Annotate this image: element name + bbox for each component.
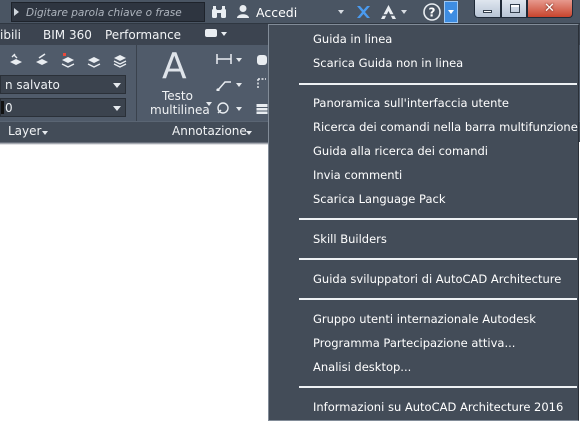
multiline-text-label[interactable]: Testo	[162, 89, 193, 103]
layer-tool-icon[interactable]	[8, 53, 24, 68]
title-bar: Accedi ? ✕	[0, 0, 580, 24]
leader-tool[interactable]	[216, 77, 242, 93]
search-box[interactable]	[11, 2, 205, 22]
help-dropdown-button[interactable]	[444, 1, 458, 23]
minimize-button[interactable]	[474, 0, 501, 18]
user-icon[interactable]	[236, 4, 250, 19]
text-style-icon[interactable]	[256, 54, 268, 66]
chevron-down-icon[interactable]	[401, 10, 407, 14]
a360-icon[interactable]	[380, 4, 397, 20]
menu-separator	[299, 83, 577, 85]
menu-item-download-help[interactable]: Scarica Guida non in linea	[313, 56, 463, 70]
table-icon	[217, 102, 229, 114]
binoculars-icon[interactable]	[211, 5, 227, 19]
menu-separator	[299, 386, 577, 388]
dimension-tool[interactable]	[216, 52, 242, 68]
dim-style-icon[interactable]	[256, 78, 268, 90]
maximize-button[interactable]	[501, 0, 527, 18]
menu-separator	[299, 258, 577, 260]
help-menu: Guida in linea Scarica Guida non in line…	[268, 24, 579, 421]
layer-value: 0	[5, 101, 13, 115]
tab-performance[interactable]: Performance	[105, 28, 181, 42]
chevron-down-icon	[113, 106, 121, 111]
menu-item-language-pack[interactable]: Scarica Language Pack	[313, 192, 445, 206]
menu-item-user-group[interactable]: Gruppo utenti internazionale Autodesk	[313, 312, 536, 326]
chevron-down-icon	[236, 83, 242, 87]
leader-icon	[216, 81, 231, 92]
menu-item-ui-overview[interactable]: Panoramica sull'interfaccia utente	[313, 96, 509, 110]
menu-item-developer-guide[interactable]: Guida sviluppatori di AutoCAD Architectu…	[313, 272, 561, 286]
layer-state-dropdown[interactable]: n salvato	[0, 75, 126, 94]
annotation-panel-title[interactable]: Annotazione	[172, 124, 247, 138]
layer-dropdown[interactable]: 0	[0, 98, 126, 117]
layer-tool-icon[interactable]	[34, 53, 50, 68]
chevron-down-icon	[236, 107, 242, 111]
ribbon-options-button[interactable]	[201, 28, 231, 41]
menu-separator	[299, 298, 577, 300]
layer-tool-icon[interactable]	[86, 53, 102, 68]
search-input[interactable]	[26, 4, 202, 21]
chevron-down-icon[interactable]	[246, 131, 252, 135]
table-tool[interactable]	[216, 101, 242, 117]
svg-text:?: ?	[429, 6, 436, 20]
chevron-down-icon	[448, 10, 454, 14]
drawing-area-edge	[0, 142, 268, 145]
menu-item-ribbon-search[interactable]: Ricerca dei comandi nella barra multifun…	[313, 120, 578, 134]
menu-separator	[299, 218, 577, 220]
close-button[interactable]: ✕	[527, 0, 573, 18]
layer-state-value: n salvato	[5, 78, 60, 92]
menu-item-send-feedback[interactable]: Invia commenti	[313, 168, 402, 182]
chevron-down-icon[interactable]	[338, 10, 344, 14]
table-style-icon[interactable]	[256, 103, 268, 115]
multiline-text-label[interactable]: multilinea	[150, 103, 210, 117]
help-icon[interactable]: ?	[423, 3, 441, 21]
chevron-down-icon	[221, 32, 227, 36]
sign-in-label[interactable]: Accedi	[256, 5, 297, 20]
layer-tool-icon[interactable]	[60, 53, 76, 68]
chevron-down-icon[interactable]	[42, 131, 48, 135]
close-icon: ✕	[544, 1, 555, 16]
layer-tool-icon[interactable]	[112, 53, 128, 68]
panel-toggle-icon	[205, 29, 217, 37]
layer-color-swatch	[1, 101, 4, 114]
chevron-down-icon	[113, 83, 121, 88]
minimize-icon	[483, 10, 492, 13]
search-expand-icon[interactable]	[14, 8, 19, 16]
menu-item-about[interactable]: Informazioni su AutoCAD Architecture 201…	[313, 400, 563, 414]
exchange-apps-icon[interactable]	[355, 4, 371, 20]
chevron-down-icon[interactable]	[206, 102, 212, 106]
layer-panel-title[interactable]: Layer	[8, 124, 41, 138]
tab-bim360[interactable]: BIM 360	[43, 28, 92, 42]
linear-dimension-icon	[216, 54, 232, 64]
maximize-icon	[510, 4, 520, 13]
menu-item-desktop-analytics[interactable]: Analisi desktop...	[313, 360, 411, 374]
menu-item-participation[interactable]: Programma Partecipazione attiva...	[313, 336, 515, 350]
multiline-text-icon[interactable]: A	[162, 48, 187, 86]
tab-partial[interactable]: ibili	[0, 28, 21, 42]
menu-item-skill-builders[interactable]: Skill Builders	[313, 232, 387, 246]
chevron-down-icon	[236, 58, 242, 62]
menu-item-online-help[interactable]: Guida in linea	[313, 32, 392, 46]
menu-item-search-guide[interactable]: Guida alla ricerca dei comandi	[313, 144, 488, 158]
